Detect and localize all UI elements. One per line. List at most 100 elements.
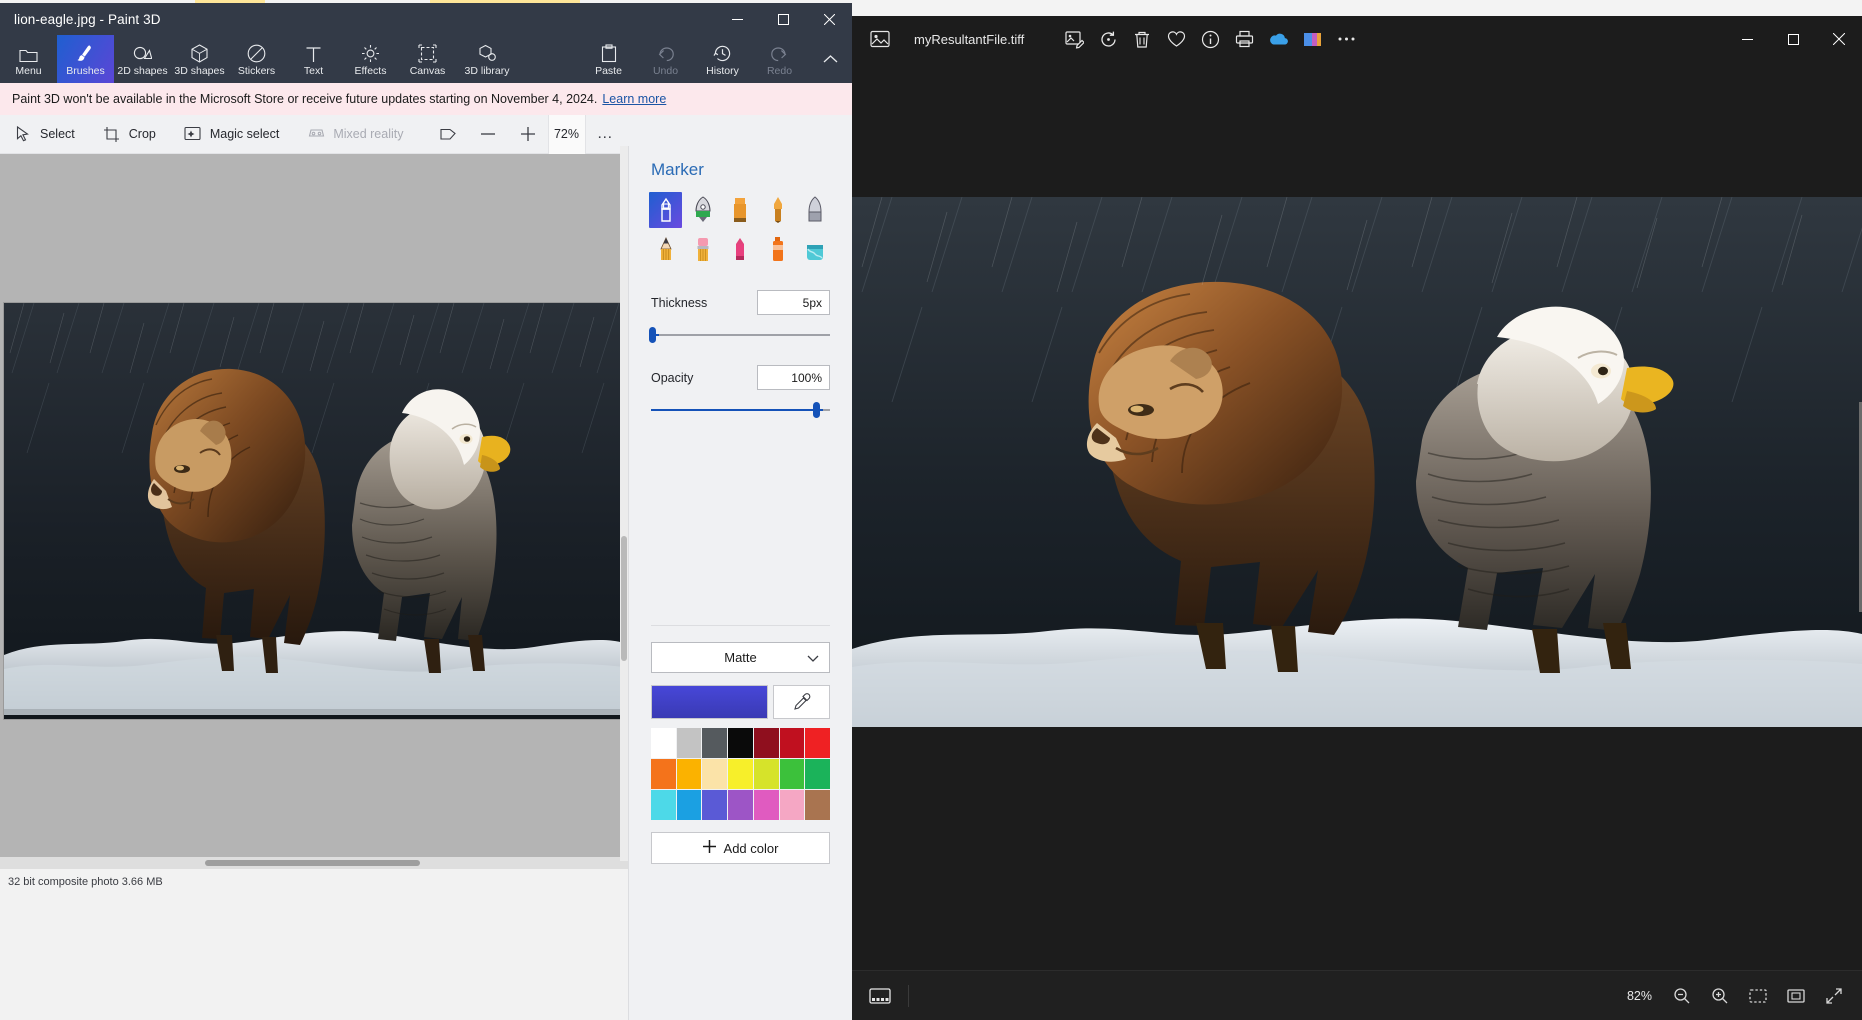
zoom-in-button[interactable]	[508, 115, 548, 154]
ribbon-3d-library-label: 3D library	[464, 65, 510, 77]
panel-title: Marker	[651, 160, 704, 179]
opacity-input[interactable]: 100%	[757, 365, 830, 390]
color-swatch[interactable]	[779, 790, 805, 820]
thickness-slider[interactable]	[641, 327, 840, 343]
undo-icon	[656, 43, 675, 63]
crop-tool-label: Crop	[128, 127, 156, 141]
eyedropper-button[interactable]	[773, 685, 830, 719]
maximize-icon[interactable]	[760, 3, 806, 35]
brush-pixel-pen[interactable]	[799, 192, 832, 228]
canvas-horizontal-scrollbar[interactable]	[0, 857, 628, 869]
lion-eagle-artwork	[4, 303, 624, 719]
zoom-in-icon[interactable]	[1702, 978, 1738, 1014]
opacity-slider[interactable]	[641, 402, 840, 418]
delete-icon[interactable]	[1125, 22, 1159, 56]
collapse-ribbon-chevron-icon[interactable]	[808, 35, 852, 83]
actual-size-icon[interactable]	[1778, 978, 1814, 1014]
color-swatch[interactable]	[805, 759, 830, 789]
thickness-input[interactable]: 5px	[757, 290, 830, 315]
scroll-thumb[interactable]	[205, 860, 420, 866]
color-swatch[interactable]	[676, 759, 702, 789]
color-swatch[interactable]	[805, 790, 830, 820]
color-swatch[interactable]	[651, 759, 676, 789]
minimize-icon[interactable]	[714, 3, 760, 35]
ribbon-effects[interactable]: Effects	[342, 35, 399, 83]
magic-select-tool[interactable]: Magic select	[170, 115, 293, 154]
photos-filename: myResultantFile.tiff	[914, 31, 1025, 47]
fit-to-window-icon[interactable]	[1740, 978, 1776, 1014]
opacity-slider-knob[interactable]	[813, 402, 820, 418]
color-swatch[interactable]	[728, 759, 753, 789]
select-tool-label: Select	[40, 127, 75, 141]
fullscreen-icon[interactable]	[1816, 978, 1852, 1014]
photos-displayed-image[interactable]	[852, 197, 1862, 727]
color-swatch[interactable]	[753, 790, 779, 820]
brush-calligraphy-pen[interactable]	[686, 192, 719, 228]
gallery-icon[interactable]	[1295, 22, 1329, 56]
color-swatch[interactable]	[651, 790, 676, 820]
photos-minimize-icon[interactable]	[1724, 16, 1770, 62]
onedrive-icon[interactable]	[1261, 22, 1295, 56]
color-swatch[interactable]	[753, 728, 779, 758]
ribbon-effects-label: Effects	[354, 65, 387, 77]
photos-scroll-indicator[interactable]	[1858, 62, 1862, 962]
artboard-image[interactable]	[4, 303, 624, 719]
ribbon-3d-library[interactable]: 3D library	[456, 35, 518, 83]
view-3d-icon[interactable]	[428, 115, 468, 154]
crop-tool[interactable]: Crop	[89, 115, 170, 154]
color-swatch[interactable]	[728, 728, 753, 758]
color-swatch[interactable]	[779, 759, 805, 789]
photos-close-icon[interactable]	[1816, 16, 1862, 62]
ribbon-brushes[interactable]: Brushes	[57, 35, 114, 83]
color-swatch[interactable]	[779, 728, 805, 758]
brush-pencil[interactable]	[649, 232, 682, 268]
add-color-button[interactable]: Add color	[651, 832, 830, 864]
brush-fill-bucket[interactable]	[799, 232, 832, 268]
more-icon[interactable]	[1329, 22, 1363, 56]
brush-crayon[interactable]	[724, 232, 757, 268]
rotate-icon[interactable]	[1091, 22, 1125, 56]
brush-oil[interactable]	[724, 192, 757, 228]
photos-viewer-canvas[interactable]	[852, 62, 1862, 962]
color-swatch[interactable]	[702, 759, 728, 789]
paint3d-canvas-workspace[interactable]	[0, 154, 628, 869]
current-color-swatch[interactable]	[651, 685, 769, 719]
filmstrip-icon[interactable]	[852, 987, 908, 1005]
ribbon-history[interactable]: History	[694, 35, 751, 83]
color-swatch[interactable]	[676, 790, 702, 820]
ribbon-menu[interactable]: Menu	[0, 35, 57, 83]
ribbon-2d-shapes[interactable]: 2D shapes	[114, 35, 171, 83]
zoom-level-value[interactable]: 72%	[547, 114, 586, 154]
print-icon[interactable]	[1227, 22, 1261, 56]
ribbon-3d-shapes[interactable]: 3D shapes	[171, 35, 228, 83]
brush-watercolor[interactable]	[761, 192, 794, 228]
zoom-out-button[interactable]	[468, 115, 508, 154]
color-swatch[interactable]	[702, 728, 728, 758]
thickness-slider-knob[interactable]	[649, 327, 656, 343]
info-icon[interactable]	[1193, 22, 1227, 56]
heart-icon[interactable]	[1159, 22, 1193, 56]
learn-more-link[interactable]: Learn more	[602, 92, 666, 106]
color-swatch[interactable]	[728, 790, 753, 820]
select-tool[interactable]: Select	[0, 115, 89, 154]
close-icon[interactable]	[806, 3, 852, 35]
canvas-vertical-scrollbar[interactable]	[620, 146, 628, 861]
material-dropdown[interactable]: Matte	[651, 642, 830, 673]
effects-icon	[361, 43, 380, 63]
color-swatch[interactable]	[702, 790, 728, 820]
brush-marker[interactable]	[649, 192, 683, 228]
ribbon-paste[interactable]: Paste	[580, 35, 637, 83]
brush-spray-can[interactable]	[761, 232, 794, 268]
ribbon-stickers[interactable]: Stickers	[228, 35, 285, 83]
ribbon-text[interactable]: Text	[285, 35, 342, 83]
photos-maximize-icon[interactable]	[1770, 16, 1816, 62]
color-swatch[interactable]	[651, 728, 676, 758]
vscroll-thumb[interactable]	[621, 536, 627, 661]
ribbon-canvas[interactable]: Canvas	[399, 35, 456, 83]
color-swatch[interactable]	[805, 728, 830, 758]
edit-image-icon[interactable]	[1057, 22, 1091, 56]
brush-eraser[interactable]	[686, 232, 719, 268]
color-swatch[interactable]	[676, 728, 702, 758]
zoom-out-icon[interactable]	[1664, 978, 1700, 1014]
color-swatch[interactable]	[753, 759, 779, 789]
